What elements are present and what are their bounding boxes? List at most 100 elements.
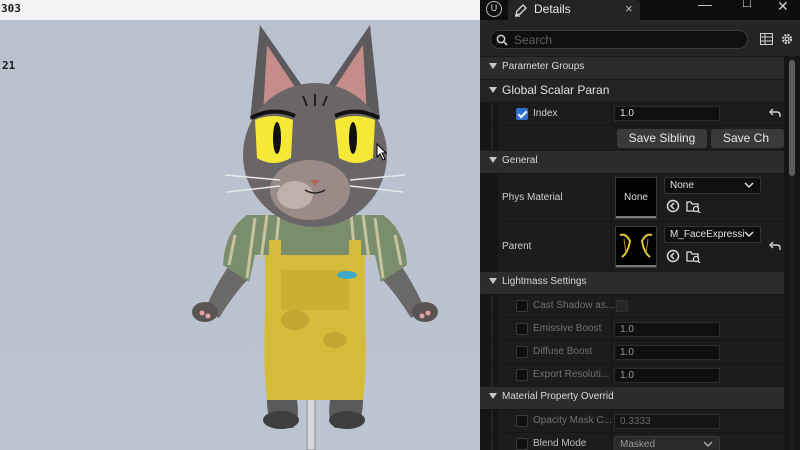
export-resolution-label: Export Resoluti... bbox=[533, 369, 610, 380]
window-minimize-button[interactable]: — bbox=[698, 0, 712, 12]
row-indent bbox=[480, 318, 498, 340]
parent-material-value: M_FaceExpressio bbox=[670, 229, 751, 240]
details-panel: U Details × — ☐ ✕ Search Parameter Group… bbox=[480, 0, 800, 450]
details-scrollbar[interactable] bbox=[788, 56, 796, 450]
phys-material-thumb-label: None bbox=[624, 192, 648, 203]
column-divider bbox=[611, 410, 612, 432]
row-indent bbox=[480, 364, 498, 386]
opacity-mask-field[interactable]: 0.3333 bbox=[614, 414, 720, 429]
use-selected-asset-icon[interactable] bbox=[666, 249, 680, 263]
indent-bar bbox=[491, 433, 493, 450]
index-label: Index bbox=[533, 108, 558, 119]
phys-material-label: Phys Material bbox=[502, 192, 563, 203]
row-indent bbox=[480, 433, 498, 450]
thumbnail-bar bbox=[616, 216, 656, 218]
property-row-cast-shadow: Cast Shadow as... bbox=[480, 294, 784, 317]
viewport-toolbar bbox=[0, 0, 480, 20]
reset-to-default-icon[interactable] bbox=[769, 241, 781, 251]
blend-mode-dropdown[interactable]: Masked bbox=[614, 436, 720, 450]
group-label: Global Scalar Paran bbox=[502, 83, 610, 97]
property-row-phys-material: Phys Material None None bbox=[480, 173, 784, 221]
tab-close-icon[interactable]: × bbox=[625, 1, 633, 16]
column-divider bbox=[611, 341, 612, 363]
diffuse-boost-field[interactable]: 1.0 bbox=[614, 345, 720, 360]
export-resolution-field[interactable]: 1.0 bbox=[614, 368, 720, 383]
column-divider bbox=[611, 103, 612, 125]
browse-asset-folder-icon[interactable] bbox=[686, 249, 701, 263]
viewport-stat-second: 21 bbox=[2, 59, 16, 72]
chevron-down-icon bbox=[744, 230, 754, 238]
phys-material-dropdown[interactable]: None bbox=[664, 177, 761, 194]
settings-gear-icon[interactable] bbox=[780, 32, 794, 46]
section-general[interactable]: General bbox=[480, 150, 784, 173]
row-indent bbox=[480, 341, 498, 363]
details-search-row: Search bbox=[480, 20, 800, 56]
blend-mode-value: Masked bbox=[620, 439, 656, 450]
property-row-blend-mode: Blend Mode Masked bbox=[480, 432, 784, 450]
use-selected-asset-icon[interactable] bbox=[666, 199, 680, 213]
details-property-list[interactable]: Parameter Groups Global Scalar Paran Ind… bbox=[480, 56, 800, 450]
search-placeholder: Search bbox=[514, 33, 553, 47]
cast-shadow-checkbox[interactable] bbox=[616, 300, 628, 312]
override-checkbox[interactable] bbox=[516, 300, 528, 312]
phys-material-thumbnail[interactable]: None bbox=[615, 177, 657, 219]
emissive-boost-label: Emissive Boost bbox=[533, 323, 602, 334]
reset-to-default-icon[interactable] bbox=[769, 108, 781, 118]
chevron-down-icon bbox=[744, 182, 754, 189]
section-parameter-groups[interactable]: Parameter Groups bbox=[480, 56, 784, 79]
collapse-arrow-icon bbox=[489, 278, 497, 284]
details-tab-bar: U Details × — ☐ ✕ bbox=[480, 0, 800, 20]
table-view-icon[interactable] bbox=[760, 33, 773, 45]
cast-shadow-label: Cast Shadow as... bbox=[533, 300, 615, 311]
override-checkbox[interactable] bbox=[516, 323, 528, 335]
blend-mode-label: Blend Mode bbox=[533, 438, 587, 449]
row-indent bbox=[480, 295, 498, 317]
group-global-scalar[interactable]: Global Scalar Paran bbox=[480, 79, 784, 102]
index-checkbox[interactable] bbox=[516, 108, 528, 120]
property-row-diffuse-boost: Diffuse Boost 1.0 bbox=[480, 340, 784, 363]
row-indent bbox=[480, 126, 498, 150]
save-sibling-button[interactable]: Save Sibling bbox=[617, 129, 707, 148]
parent-material-thumbnail[interactable] bbox=[615, 226, 657, 268]
window-maximize-button[interactable]: ☐ bbox=[742, 0, 752, 10]
chevron-down-icon bbox=[703, 441, 713, 448]
section-material-property-overrides[interactable]: Material Property Overrid bbox=[480, 386, 784, 409]
parent-material-dropdown[interactable]: M_FaceExpressio bbox=[664, 226, 761, 243]
indent-bar bbox=[491, 126, 493, 150]
mouse-cursor-icon bbox=[376, 143, 388, 161]
property-row-emissive-boost: Emissive Boost 1.0 bbox=[480, 317, 784, 340]
level-viewport[interactable]: 303 21 bbox=[0, 0, 480, 450]
section-label: Lightmass Settings bbox=[502, 276, 587, 287]
column-divider bbox=[611, 318, 612, 340]
search-input[interactable]: Search bbox=[490, 30, 748, 49]
property-row-export-resolution: Export Resoluti... 1.0 bbox=[480, 363, 784, 386]
unreal-logo-icon: U bbox=[486, 1, 502, 17]
override-checkbox[interactable] bbox=[516, 346, 528, 358]
cat-character-preview bbox=[192, 25, 438, 450]
override-checkbox[interactable] bbox=[516, 415, 528, 427]
override-checkbox[interactable] bbox=[516, 369, 528, 381]
emissive-boost-field[interactable]: 1.0 bbox=[614, 322, 720, 337]
indent-bar bbox=[491, 410, 493, 432]
tab-details[interactable]: Details × bbox=[508, 0, 640, 20]
section-lightmass-settings[interactable]: Lightmass Settings bbox=[480, 271, 784, 294]
column-divider bbox=[611, 433, 612, 450]
collapse-arrow-icon bbox=[489, 87, 497, 93]
override-checkbox[interactable] bbox=[516, 438, 528, 450]
indent-bar bbox=[491, 295, 493, 317]
parent-label: Parent bbox=[502, 241, 532, 252]
save-child-button[interactable]: Save Ch bbox=[711, 129, 784, 148]
tab-details-label: Details bbox=[534, 2, 571, 16]
section-label: Material Property Overrid bbox=[502, 391, 614, 402]
scrollbar-thumb[interactable] bbox=[789, 60, 795, 176]
property-row-index: Index 1.0 bbox=[480, 102, 784, 125]
face-expression-thumbnail-icon bbox=[619, 233, 653, 258]
browse-asset-folder-icon[interactable] bbox=[686, 199, 701, 213]
index-value-field[interactable]: 1.0 bbox=[614, 106, 720, 121]
row-indent bbox=[480, 174, 498, 221]
viewport-stat-top: 303 bbox=[1, 2, 21, 15]
column-divider bbox=[611, 222, 612, 271]
indent-bar bbox=[491, 318, 493, 340]
property-row-opacity-mask: Opacity Mask C... 0.3333 bbox=[480, 409, 784, 432]
window-close-button[interactable]: ✕ bbox=[777, 0, 789, 15]
